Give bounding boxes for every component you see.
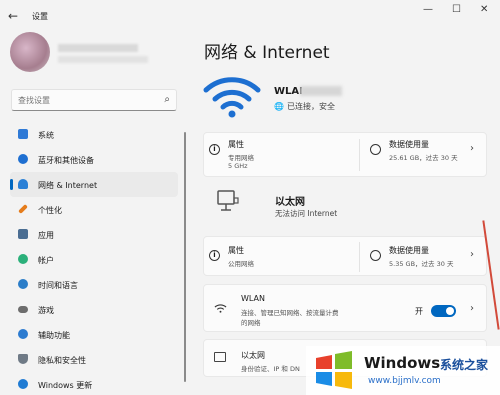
sidebar-item-label: Windows 更新: [38, 381, 93, 390]
title-bar: ← 设置 — ☐ ✕: [0, 0, 500, 30]
sidebar-item-label: 个性化: [38, 206, 62, 215]
brush-icon: [18, 204, 28, 214]
wlan-toggle-label: 开: [415, 307, 423, 316]
person-icon: [18, 254, 28, 264]
wlan-title: WLAN: [241, 294, 266, 303]
ethernet-data-usage-button[interactable]: 数据使用量: [389, 245, 429, 256]
ethernet-data-usage-detail: 5.35 GB，过去 30 天: [389, 260, 454, 268]
clock-icon: [18, 279, 28, 289]
watermark-brand: Windows: [364, 354, 441, 372]
app-title: 设置: [32, 12, 48, 21]
wifi-status-text: 已连接，安全: [286, 102, 335, 111]
wlan-description-line2: 的网络: [241, 319, 261, 327]
accessibility-icon: [18, 329, 28, 339]
sidebar-item-bluetooth[interactable]: 蓝牙和其他设备: [10, 147, 178, 172]
sidebar-item-privacy[interactable]: 隐私和安全性: [10, 347, 178, 372]
chevron-right-icon[interactable]: ›: [470, 143, 474, 154]
globe-icon: 🌐: [274, 102, 284, 111]
ethernet-row-description: 身份验证、IP 和 DN: [241, 365, 300, 373]
avatar: [10, 32, 50, 72]
sidebar-item-label: 游戏: [38, 306, 54, 315]
sidebar-item-time-language[interactable]: 时间和语言: [10, 272, 178, 297]
sidebar-item-accounts[interactable]: 帐户: [10, 247, 178, 272]
ethernet-status: 无法访问 Internet: [275, 209, 338, 218]
watermark: Windows 系统之家 www.bjjmlv.com: [306, 346, 500, 395]
shield-icon: [18, 354, 28, 364]
ethernet-header: 以太网 无法访问 Internet: [203, 180, 487, 228]
chevron-right-icon[interactable]: ›: [470, 249, 474, 260]
sidebar-item-label: 辅助功能: [38, 331, 70, 340]
watermark-cn: 系统之家: [440, 358, 489, 372]
bluetooth-icon: [18, 154, 28, 164]
wifi-icon: [18, 179, 28, 189]
wifi-large-icon: [203, 77, 261, 118]
ethernet-profile-type: 公用网络: [228, 260, 254, 268]
wifi-data-usage-detail: 25.61 GB，过去 30 天: [389, 154, 458, 162]
minimize-button[interactable]: —: [423, 4, 433, 15]
sidebar-item-gaming[interactable]: 游戏: [10, 297, 178, 322]
data-usage-icon: [370, 144, 381, 155]
wifi-properties-card: i 属性 专用网络 5 GHz 数据使用量 25.61 GB，过去 30 天 ›: [203, 132, 487, 177]
ethernet-properties-button[interactable]: 属性: [228, 245, 244, 256]
info-icon: i: [209, 250, 220, 261]
sidebar-item-label: 蓝牙和其他设备: [38, 156, 94, 165]
user-profile[interactable]: [10, 32, 190, 76]
chevron-right-icon[interactable]: ›: [470, 303, 474, 314]
sidebar-item-system[interactable]: 系统: [10, 122, 178, 147]
sidebar-item-label: 隐私和安全性: [38, 356, 86, 365]
info-icon: i: [209, 144, 220, 155]
apps-icon: [18, 229, 28, 239]
sidebar-item-label: 系统: [38, 131, 54, 140]
ethernet-row-title: 以太网: [241, 351, 265, 360]
watermark-url: www.bjjmlv.com: [368, 376, 441, 386]
sidebar-item-label: 帐户: [38, 256, 54, 265]
sidebar-item-apps[interactable]: 应用: [10, 222, 178, 247]
search-box[interactable]: ⌕: [11, 89, 177, 111]
search-icon[interactable]: ⌕: [164, 94, 170, 105]
ethernet-properties-card: i 属性 公用网络 数据使用量 5.35 GB，过去 30 天 ›: [203, 236, 487, 276]
sidebar-item-label: 应用: [38, 231, 54, 240]
windows-logo-icon: [316, 351, 352, 389]
ethernet-computer-icon: [217, 190, 239, 211]
sidebar-item-label: 网络 & Internet: [38, 181, 98, 190]
sidebar-item-personalization[interactable]: 个性化: [10, 197, 178, 222]
wlan-icon: [214, 304, 227, 313]
search-input[interactable]: [18, 94, 158, 106]
wlan-description: 连接、管理已知网络、按流量计费: [241, 309, 339, 317]
wifi-properties-button[interactable]: 属性: [228, 139, 244, 150]
divider: [359, 139, 360, 171]
user-name-blurred: [58, 44, 138, 52]
network-name-blurred: [300, 86, 342, 96]
user-email-blurred: [58, 56, 148, 63]
sidebar-item-accessibility[interactable]: 辅助功能: [10, 322, 178, 347]
data-usage-icon: [370, 250, 381, 261]
maximize-button[interactable]: ☐: [452, 4, 461, 15]
wlan-toggle[interactable]: [431, 305, 456, 317]
wifi-status: 🌐 已连接，安全: [274, 101, 335, 112]
sidebar-item-label: 时间和语言: [38, 281, 78, 290]
ethernet-icon: [214, 352, 226, 362]
back-arrow-icon[interactable]: ←: [8, 9, 18, 23]
sidebar-nav: 系统 蓝牙和其他设备 网络 & Internet 个性化 应用 帐户 时间和语言…: [10, 122, 178, 395]
gamepad-icon: [18, 306, 28, 313]
wifi-data-usage-button[interactable]: 数据使用量: [389, 139, 429, 150]
sidebar-scrollbar[interactable]: [184, 132, 186, 382]
divider: [359, 242, 360, 272]
wifi-band: 5 GHz: [228, 162, 248, 170]
close-button[interactable]: ✕: [480, 4, 488, 15]
network-profile-type: 专用网络: [228, 154, 254, 162]
wifi-network-name: WLAI: [274, 86, 303, 97]
sidebar-item-windows-update[interactable]: Windows 更新: [10, 372, 178, 395]
sidebar-item-network[interactable]: 网络 & Internet: [10, 172, 178, 197]
ethernet-title: 以太网: [275, 197, 305, 208]
page-title: 网络 & Internet: [204, 43, 330, 63]
monitor-icon: [18, 129, 28, 139]
update-icon: [18, 379, 28, 389]
